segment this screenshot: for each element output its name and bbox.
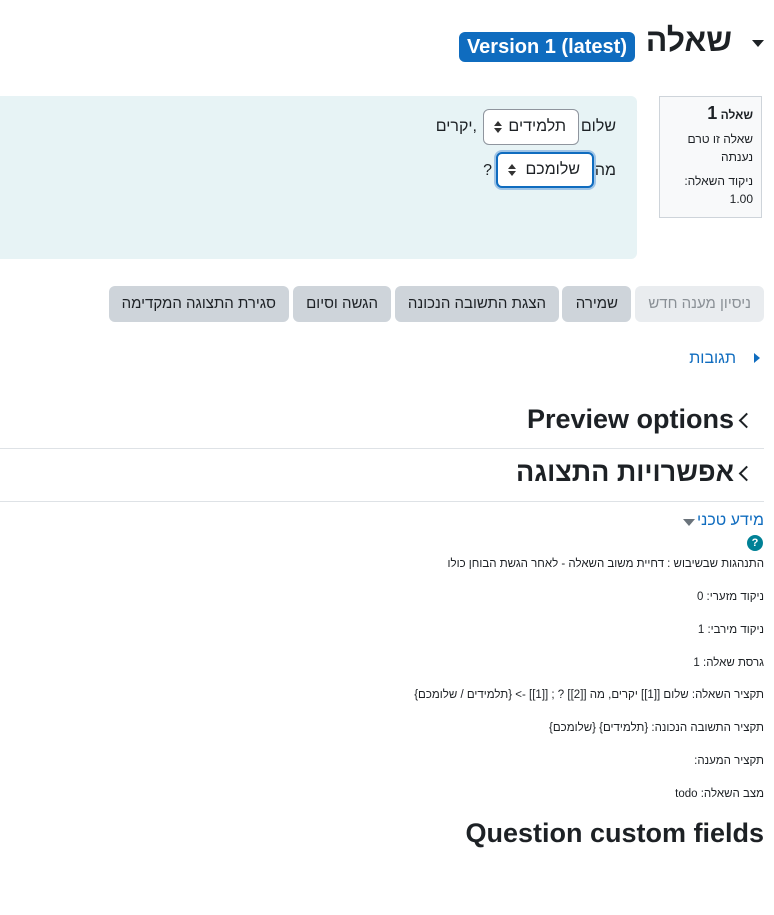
select-arrows-icon xyxy=(494,121,502,133)
tech-info-max-mark: ניקוד מירבי: 1 xyxy=(697,624,764,636)
show-correct-answer-button[interactable]: הצגת התשובה הנכונה xyxy=(395,286,559,322)
gap-select-1[interactable]: תלמידים xyxy=(483,109,579,145)
tech-info-response-summary: תקציר המענה: xyxy=(694,755,764,767)
caret-down-icon[interactable] xyxy=(683,519,695,526)
question-mark-text: ? xyxy=(483,162,492,179)
responses-link[interactable]: תגובות xyxy=(689,350,736,368)
select-arrows-icon xyxy=(508,164,516,176)
display-options-heading[interactable]: אפשרויות התצוגה xyxy=(516,457,734,488)
question-prefix: שאלה xyxy=(720,108,753,122)
new-attempt-button[interactable]: ניסיון מענה חדש xyxy=(635,286,764,322)
question-number: 1 xyxy=(707,103,718,123)
chevron-left-icon[interactable] xyxy=(738,412,755,429)
chevron-down-icon[interactable] xyxy=(752,40,764,47)
gap-select-2[interactable]: שלומכם xyxy=(496,152,594,188)
tech-info-behaviour: התנהגות שבשיבוש : דחיית משוב השאלה - לאח… xyxy=(447,558,765,570)
divider xyxy=(0,501,764,502)
save-button[interactable]: שמירה xyxy=(562,286,631,322)
gap-select-2-value: שלומכם xyxy=(525,161,580,178)
tech-info-question-state: מצב השאלה: todo xyxy=(675,788,764,800)
submit-and-finish-button[interactable]: הגשה וסיום xyxy=(293,286,391,322)
custom-fields-heading: Question custom fields xyxy=(465,818,764,848)
technical-info-link[interactable]: מידע טכני xyxy=(697,512,764,530)
close-preview-button[interactable]: סגירת התצוגה המקדימה xyxy=(109,286,289,322)
tech-info-right-answer: תקציר התשובה הנכונה: {תלמידים} {שלומכם} xyxy=(549,722,764,734)
question-marks: ניקוד השאלה: 1.00 xyxy=(684,174,753,206)
page-title: שאלה xyxy=(645,22,732,58)
help-icon[interactable]: ? xyxy=(747,535,763,551)
chevron-left-icon[interactable] xyxy=(738,465,755,482)
question-text-what: מה xyxy=(594,162,616,179)
question-status: שאלה זו טרם נענתה xyxy=(687,132,753,164)
question-number-label: שאלה 1 xyxy=(668,103,753,124)
tech-info-version: גרסת שאלה: 1 xyxy=(693,657,764,669)
question-text-hello: שלום xyxy=(580,118,616,135)
version-badge: Version 1 (latest) xyxy=(458,32,635,62)
caret-right-icon[interactable] xyxy=(754,353,760,363)
tech-info-question-summary: תקציר השאלה: שלום [[1]] יקרים, מה [[2]] … xyxy=(414,689,764,701)
question-text-dear: יקרים, xyxy=(435,118,477,135)
preview-options-heading[interactable]: Preview options xyxy=(527,404,734,435)
tech-info-min-mark: ניקוד מזערי: 0 xyxy=(696,591,764,603)
gap-select-1-value: תלמידים xyxy=(508,118,566,135)
question-info-box: שאלה 1 שאלה זו טרם נענתה ניקוד השאלה: 1.… xyxy=(659,96,762,218)
divider xyxy=(0,448,764,449)
